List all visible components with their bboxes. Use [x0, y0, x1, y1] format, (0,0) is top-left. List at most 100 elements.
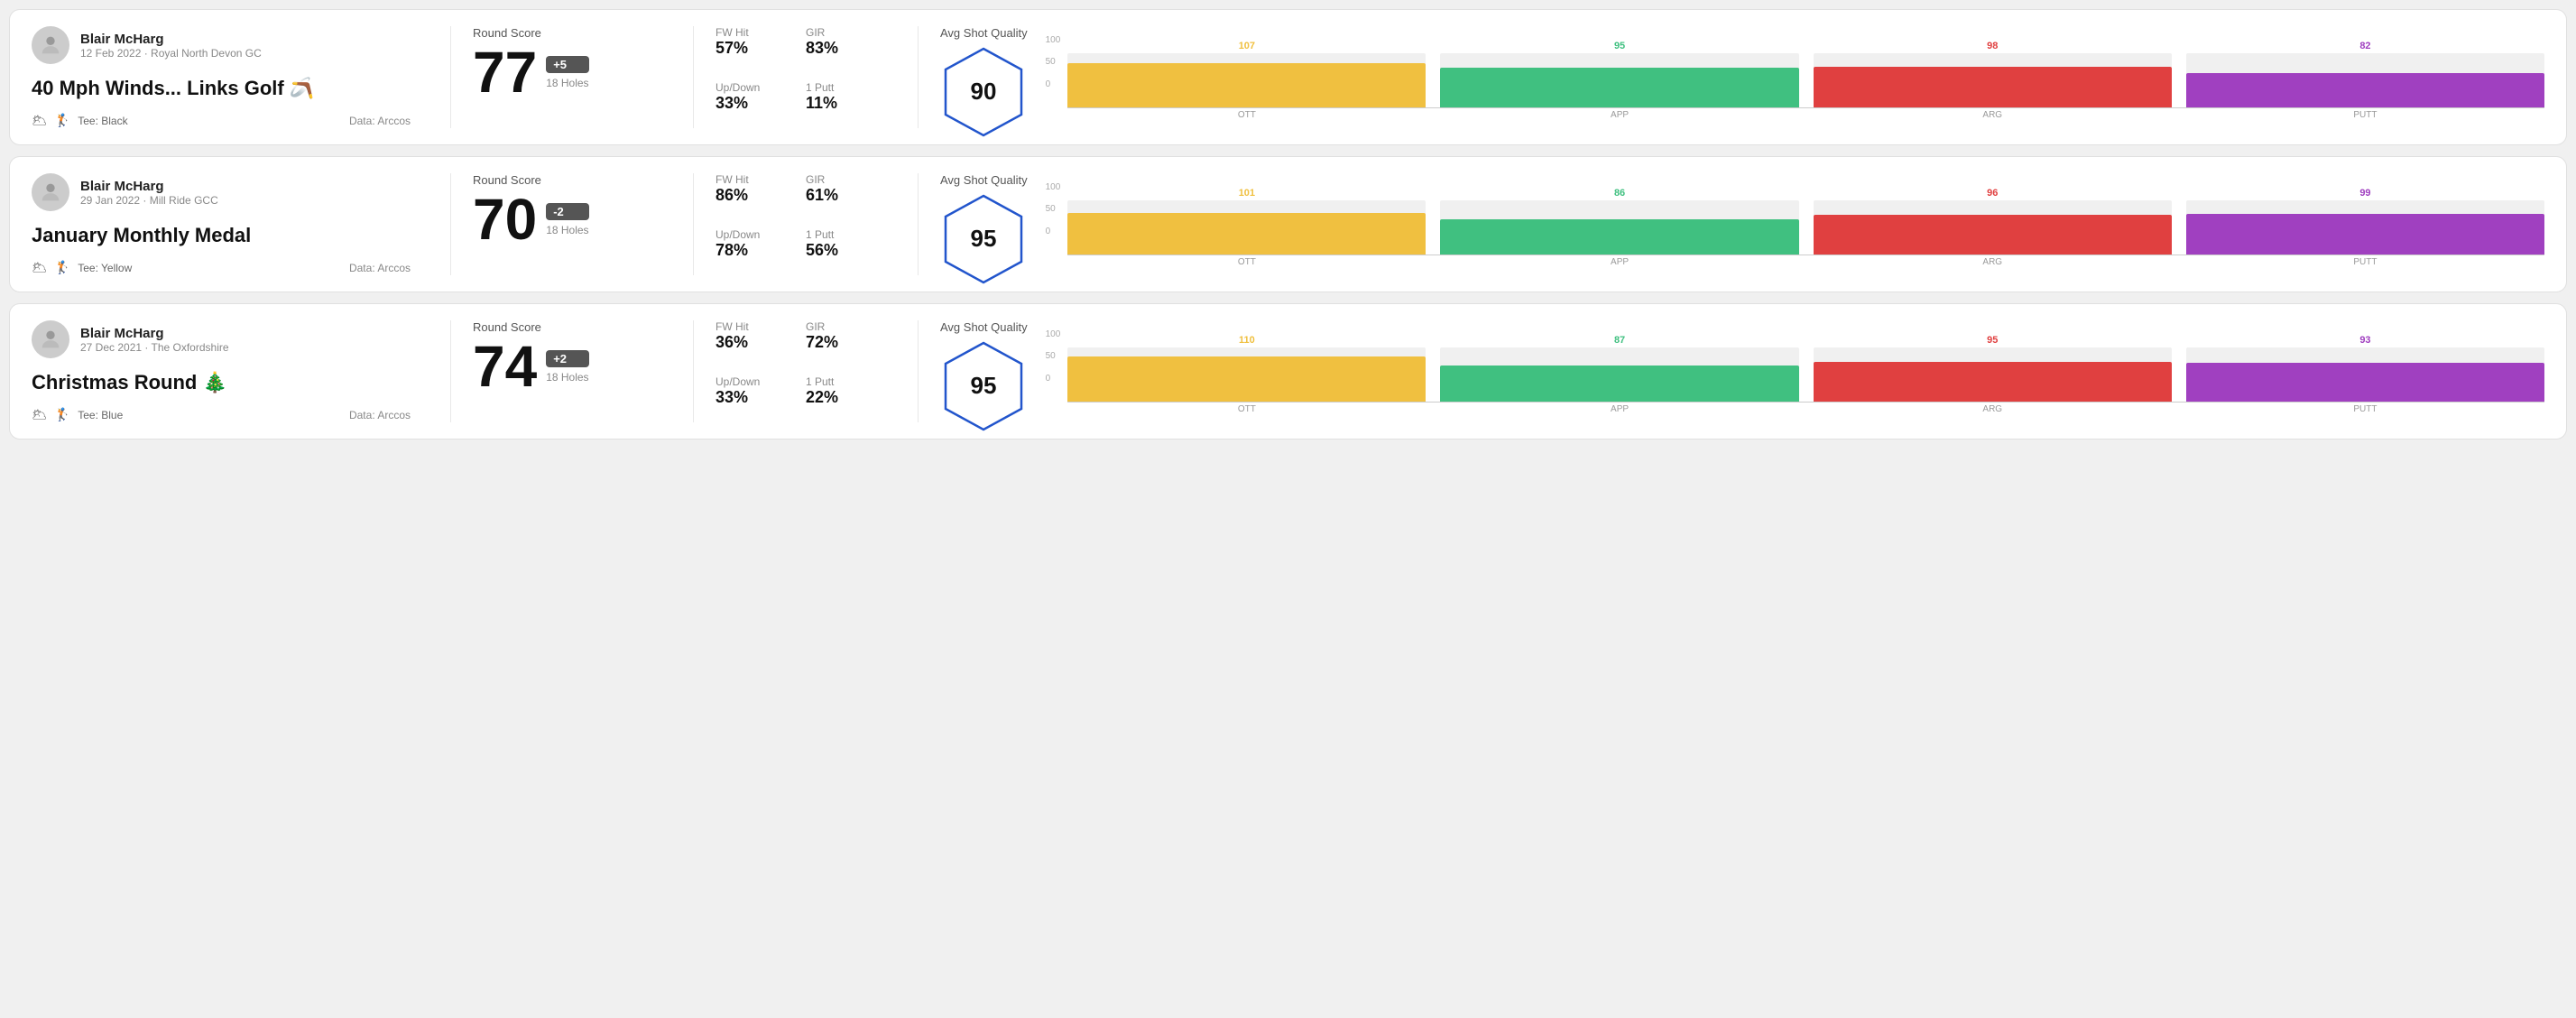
axis-line: [1067, 107, 2544, 108]
bars-area: 101 86 96 99: [1067, 182, 2544, 255]
bars-area: 110 87 95 93: [1067, 329, 2544, 402]
card-left: Blair McHarg 27 Dec 2021 · The Oxfordshi…: [32, 320, 429, 422]
card-footer: 🌥 🏌 Tee: Yellow Data: Arccos: [32, 260, 411, 275]
quality-label: Avg Shot Quality: [940, 26, 1028, 40]
oneputt-stat: 1 Putt 56%: [806, 228, 878, 276]
hexagon: 90: [943, 47, 1024, 128]
hexagon: 95: [943, 194, 1024, 275]
bars-area: 107 95 98 82: [1067, 35, 2544, 107]
chart-wrapper: 100 50 0 101 86 96 99: [1046, 182, 2544, 267]
card-stats: FW Hit 57% GIR 83% Up/Down 33% 1 Putt 11…: [716, 26, 896, 128]
divider-1: [450, 320, 451, 422]
round-card: Blair McHarg 27 Dec 2021 · The Oxfordshi…: [9, 303, 2567, 440]
bar-wrapper: [1067, 200, 1426, 255]
oneputt-value: 56%: [806, 241, 878, 260]
bar-wrapper: [1067, 347, 1426, 402]
score-number: 77: [473, 43, 537, 101]
data-source: Data: Arccos: [349, 262, 411, 274]
bag-icon: 🏌: [55, 260, 70, 275]
user-info: Blair McHarg 29 Jan 2022 · Mill Ride GCC: [32, 173, 411, 211]
bar-value: 99: [2359, 188, 2370, 199]
card-quality: Avg Shot Quality 95 100 50 0 101 86: [940, 173, 2544, 275]
axis-line: [1067, 402, 2544, 403]
score-number: 70: [473, 190, 537, 248]
score-badge-info: +5 18 Holes: [546, 56, 588, 89]
user-text: Blair McHarg 29 Jan 2022 · Mill Ride GCC: [80, 179, 218, 207]
bar-label-arg: ARG: [1814, 110, 2172, 120]
card-footer: 🌥 🏌 Tee: Black Data: Arccos: [32, 113, 411, 128]
y-bot: 0: [1046, 79, 1061, 89]
footer-left: 🌥 🏌 Tee: Black: [32, 113, 128, 128]
round-title: 40 Mph Winds... Links Golf 🪃: [32, 75, 411, 102]
bar-label-putt: PUTT: [2186, 110, 2544, 120]
round-card: Blair McHarg 29 Jan 2022 · Mill Ride GCC…: [9, 156, 2567, 292]
avatar: [32, 173, 69, 211]
bar-label-putt: PUTT: [2186, 404, 2544, 414]
bar-group-arg: 98: [1814, 41, 2172, 107]
bar-value: 107: [1239, 41, 1255, 51]
bar-value: 101: [1239, 188, 1255, 199]
weather-icon: 🌥: [32, 407, 48, 422]
bar-group-putt: 82: [2186, 41, 2544, 107]
quality-label: Avg Shot Quality: [940, 173, 1028, 187]
avatar: [32, 26, 69, 64]
bar-wrapper: [1814, 53, 2172, 107]
oneputt-value: 22%: [806, 388, 878, 407]
card-score: Round Score 77 +5 18 Holes: [473, 26, 671, 128]
updown-value: 33%: [716, 388, 788, 407]
bar-labels-row: OTTAPPARGPUTT: [1067, 110, 2544, 120]
divider-3: [918, 173, 919, 275]
round-card: Blair McHarg 12 Feb 2022 · Royal North D…: [9, 9, 2567, 145]
bar-fill: [1440, 219, 1798, 255]
user-info: Blair McHarg 12 Feb 2022 · Royal North D…: [32, 26, 411, 64]
user-icon: [38, 32, 63, 58]
card-score: Round Score 74 +2 18 Holes: [473, 320, 671, 422]
gir-value: 72%: [806, 333, 878, 352]
user-name: Blair McHarg: [80, 32, 262, 47]
fw-hit-value: 86%: [716, 186, 788, 205]
oneputt-label: 1 Putt: [806, 81, 878, 94]
bar-fill: [1067, 213, 1426, 255]
gir-label: GIR: [806, 26, 878, 39]
gir-stat: GIR 83%: [806, 26, 878, 74]
chart-wrapper: 100 50 0 110 87 95 93: [1046, 329, 2544, 414]
bar-fill: [2186, 363, 2544, 402]
user-text: Blair McHarg 27 Dec 2021 · The Oxfordshi…: [80, 326, 229, 354]
data-source: Data: Arccos: [349, 409, 411, 421]
fw-hit-label: FW Hit: [716, 26, 788, 39]
hexagon-container: Avg Shot Quality 95: [940, 173, 1028, 275]
svg-text:95: 95: [971, 225, 997, 252]
y-mid: 50: [1046, 351, 1061, 361]
bar-fill: [1814, 362, 2172, 402]
bar-label-ott: OTT: [1067, 257, 1426, 267]
updown-value: 78%: [716, 241, 788, 260]
bar-wrapper: [1440, 200, 1798, 255]
score-label: Round Score: [473, 26, 653, 40]
fw-hit-stat: FW Hit 36%: [716, 320, 788, 368]
gir-stat: GIR 72%: [806, 320, 878, 368]
svg-text:90: 90: [971, 78, 997, 105]
fw-hit-value: 57%: [716, 39, 788, 58]
bar-value: 87: [1614, 335, 1625, 346]
footer-left: 🌥 🏌 Tee: Blue: [32, 407, 123, 422]
bars-column: 101 86 96 99 OTTAPPARGPUTT: [1067, 182, 2544, 267]
score-holes: 18 Holes: [546, 371, 588, 384]
weather-icon: 🌥: [32, 260, 48, 275]
footer-left: 🌥 🏌 Tee: Yellow: [32, 260, 132, 275]
bar-wrapper: [1067, 53, 1426, 107]
tee-label: Tee: Blue: [78, 409, 123, 421]
bag-icon: 🏌: [55, 113, 70, 128]
y-axis-labels: 100 50 0: [1046, 35, 1065, 89]
bar-wrapper: [2186, 53, 2544, 107]
updown-stat: Up/Down 33%: [716, 375, 788, 423]
bar-value: 93: [2359, 335, 2370, 346]
svg-text:95: 95: [971, 372, 997, 399]
bar-label-ott: OTT: [1067, 404, 1426, 414]
card-stats: FW Hit 86% GIR 61% Up/Down 78% 1 Putt 56…: [716, 173, 896, 275]
bar-fill: [1814, 215, 2172, 255]
bar-fill: [2186, 73, 2544, 107]
bar-fill: [1067, 356, 1426, 402]
score-main: 77 +5 18 Holes: [473, 43, 653, 101]
weather-icon: 🌥: [32, 113, 48, 128]
card-stats: FW Hit 36% GIR 72% Up/Down 33% 1 Putt 22…: [716, 320, 896, 422]
